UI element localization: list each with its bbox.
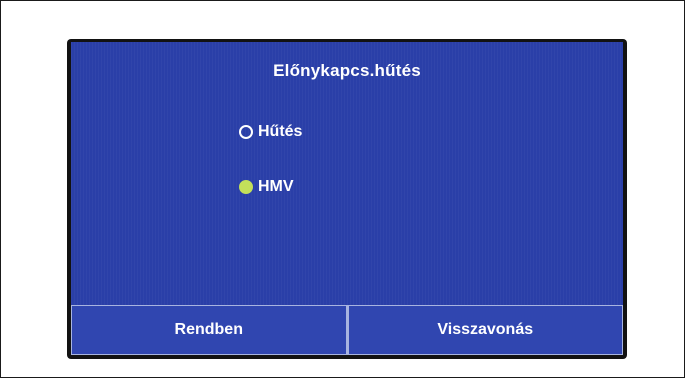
dialog-screen: Előnykapcs.hűtés Hűtés HMV Rendben Vissz…	[71, 42, 623, 355]
display-bezel: Előnykapcs.hűtés Hűtés HMV Rendben Vissz…	[67, 39, 627, 359]
image-frame: Előnykapcs.hűtés Hűtés HMV Rendben Vissz…	[0, 0, 685, 378]
radio-selected-icon	[239, 180, 253, 194]
button-bar: Rendben Visszavonás	[71, 305, 623, 355]
dialog-title: Előnykapcs.hűtés	[273, 61, 421, 80]
radio-option-label: HMV	[258, 178, 294, 195]
radio-option-hmv[interactable]: HMV	[239, 177, 294, 197]
cancel-button[interactable]: Visszavonás	[346, 305, 623, 355]
radio-unselected-icon	[239, 125, 253, 139]
radio-option-hutes[interactable]: Hűtés	[239, 122, 302, 142]
radio-option-label: Hűtés	[258, 123, 303, 140]
ok-button[interactable]: Rendben	[71, 305, 347, 355]
